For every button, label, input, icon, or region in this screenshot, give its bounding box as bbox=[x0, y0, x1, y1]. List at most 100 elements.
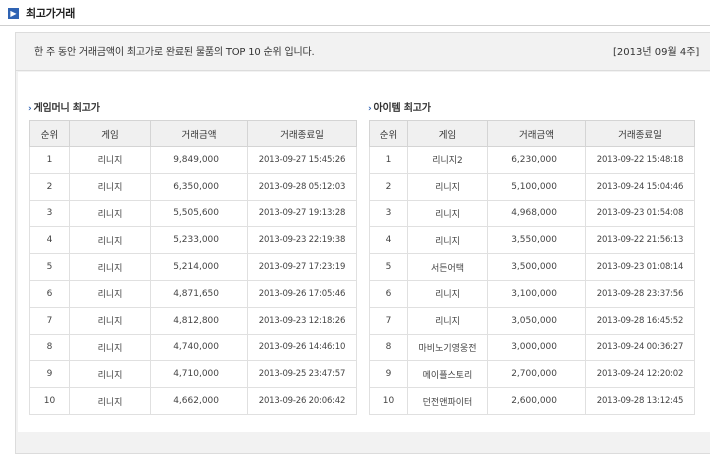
table-row: 4 리니지 5,233,000 2013-09-23 22:19:38 bbox=[29, 226, 357, 255]
price-cell: 3,550,000 bbox=[487, 226, 586, 255]
end-date-cell: 2013-09-28 13:12:45 bbox=[585, 387, 695, 415]
price-cell: 2,700,000 bbox=[487, 360, 586, 389]
table-row: 8 리니지 4,740,000 2013-09-26 14:46:10 bbox=[29, 333, 357, 362]
section-title-label: 아이템 최고가 bbox=[373, 103, 431, 114]
game-cell: 리니지2 bbox=[407, 146, 488, 174]
table-row: 3 리니지 4,968,000 2013-09-23 01:54:08 bbox=[369, 199, 695, 228]
rank-cell: 7 bbox=[29, 306, 70, 335]
week-label: [2013년 09월 4주] bbox=[613, 47, 700, 58]
column-header-end-date: 거래종료일 bbox=[247, 120, 357, 147]
game-cell: 리니지 bbox=[69, 199, 151, 228]
game-money-section-title: › 게임머니 최고가 bbox=[28, 99, 100, 114]
end-date-cell: 2013-09-26 20:06:42 bbox=[247, 387, 357, 415]
game-cell: 메이플스토리 bbox=[407, 360, 488, 389]
table-row: 2 리니지 5,100,000 2013-09-24 15:04:46 bbox=[369, 172, 695, 201]
table-header-row: 순위 게임 거래금액 거래종료일 bbox=[369, 120, 695, 147]
chevron-right-icon: ▶ bbox=[8, 7, 19, 19]
end-date-cell: 2013-09-27 17:23:19 bbox=[247, 253, 357, 281]
column-header-rank: 순위 bbox=[369, 120, 408, 147]
game-cell: 리니지 bbox=[69, 172, 151, 201]
game-cell: 리니지 bbox=[69, 146, 151, 174]
game-cell: 리니지 bbox=[69, 226, 151, 255]
price-cell: 6,350,000 bbox=[150, 172, 248, 201]
price-cell: 5,214,000 bbox=[150, 253, 248, 281]
rank-cell: 3 bbox=[29, 199, 70, 228]
rank-cell: 8 bbox=[29, 333, 70, 362]
game-cell: 리니지 bbox=[407, 226, 488, 255]
page-title: 최고가거래 bbox=[26, 7, 76, 20]
rank-cell: 3 bbox=[369, 199, 408, 228]
game-cell: 리니지 bbox=[69, 360, 151, 389]
chevron-right-icon: › bbox=[368, 104, 372, 114]
rank-cell: 2 bbox=[369, 172, 408, 201]
game-cell: 리니지 bbox=[69, 253, 151, 281]
rank-cell: 7 bbox=[369, 306, 408, 335]
rank-cell: 10 bbox=[29, 387, 70, 415]
item-section-title: › 아이템 최고가 bbox=[368, 99, 431, 114]
table-row: 1 리니지 9,849,000 2013-09-27 15:45:26 bbox=[29, 146, 357, 174]
rank-cell: 10 bbox=[369, 387, 408, 415]
table-row: 10 리니지 4,662,000 2013-09-26 20:06:42 bbox=[29, 387, 357, 415]
rank-cell: 4 bbox=[369, 226, 408, 255]
price-cell: 2,600,000 bbox=[487, 387, 586, 415]
column-header-game: 게임 bbox=[69, 120, 151, 147]
price-cell: 6,230,000 bbox=[487, 146, 586, 174]
table-row: 2 리니지 6,350,000 2013-09-28 05:12:03 bbox=[29, 172, 357, 201]
table-row: 7 리니지 3,050,000 2013-09-28 16:45:52 bbox=[369, 306, 695, 335]
price-cell: 3,050,000 bbox=[487, 306, 586, 335]
price-cell: 3,000,000 bbox=[487, 333, 586, 362]
column-header-game: 게임 bbox=[407, 120, 488, 147]
column-header-price: 거래금액 bbox=[487, 120, 586, 147]
table-row: 6 리니지 3,100,000 2013-09-28 23:37:56 bbox=[369, 279, 695, 308]
price-cell: 4,812,800 bbox=[150, 306, 248, 335]
rank-cell: 6 bbox=[29, 279, 70, 308]
table-row: 6 리니지 4,871,650 2013-09-26 17:05:46 bbox=[29, 279, 357, 308]
end-date-cell: 2013-09-25 23:47:57 bbox=[247, 360, 357, 389]
table-header-row: 순위 게임 거래금액 거래종료일 bbox=[29, 120, 357, 147]
column-header-price: 거래금액 bbox=[150, 120, 248, 147]
end-date-cell: 2013-09-26 17:05:46 bbox=[247, 279, 357, 308]
end-date-cell: 2013-09-26 14:46:10 bbox=[247, 333, 357, 362]
table-row: 9 리니지 4,710,000 2013-09-25 23:47:57 bbox=[29, 360, 357, 389]
game-cell: 리니지 bbox=[69, 306, 151, 335]
notice-divider bbox=[15, 70, 710, 71]
table-row: 8 마비노기영웅전 3,000,000 2013-09-24 00:36:27 bbox=[369, 333, 695, 362]
price-cell: 4,871,650 bbox=[150, 279, 248, 308]
game-cell: 마비노기영웅전 bbox=[407, 333, 488, 362]
game-cell: 리니지 bbox=[407, 279, 488, 308]
table-row: 1 리니지2 6,230,000 2013-09-22 15:48:18 bbox=[369, 146, 695, 174]
price-cell: 5,505,600 bbox=[150, 199, 248, 228]
rank-cell: 6 bbox=[369, 279, 408, 308]
end-date-cell: 2013-09-28 05:12:03 bbox=[247, 172, 357, 201]
rank-cell: 2 bbox=[29, 172, 70, 201]
header-divider bbox=[0, 25, 710, 26]
end-date-cell: 2013-09-28 16:45:52 bbox=[585, 306, 695, 335]
end-date-cell: 2013-09-23 22:19:38 bbox=[247, 226, 357, 255]
price-cell: 4,740,000 bbox=[150, 333, 248, 362]
rank-cell: 1 bbox=[29, 146, 70, 174]
table-row: 5 리니지 5,214,000 2013-09-27 17:23:19 bbox=[29, 253, 357, 281]
game-cell: 리니지 bbox=[407, 306, 488, 335]
price-cell: 5,233,000 bbox=[150, 226, 248, 255]
end-date-cell: 2013-09-24 15:04:46 bbox=[585, 172, 695, 201]
price-cell: 4,710,000 bbox=[150, 360, 248, 389]
end-date-cell: 2013-09-24 12:20:02 bbox=[585, 360, 695, 389]
end-date-cell: 2013-09-23 01:08:14 bbox=[585, 253, 695, 281]
rank-cell: 8 bbox=[369, 333, 408, 362]
game-cell: 리니지 bbox=[69, 333, 151, 362]
table-row: 10 던전앤파이터 2,600,000 2013-09-28 13:12:45 bbox=[369, 387, 695, 415]
end-date-cell: 2013-09-28 23:37:56 bbox=[585, 279, 695, 308]
end-date-cell: 2013-09-22 15:48:18 bbox=[585, 146, 695, 174]
table-row: 4 리니지 3,550,000 2013-09-22 21:56:13 bbox=[369, 226, 695, 255]
end-date-cell: 2013-09-24 00:36:27 bbox=[585, 333, 695, 362]
end-date-cell: 2013-09-23 12:18:26 bbox=[247, 306, 357, 335]
price-cell: 3,500,000 bbox=[487, 253, 586, 281]
game-money-table: 순위 게임 거래금액 거래종료일 1 리니지 9,849,000 2013-09-27… bbox=[29, 120, 357, 415]
rank-cell: 5 bbox=[369, 253, 408, 281]
game-cell: 던전앤파이터 bbox=[407, 387, 488, 415]
table-row: 7 리니지 4,812,800 2013-09-23 12:18:26 bbox=[29, 306, 357, 335]
price-cell: 4,662,000 bbox=[150, 387, 248, 415]
game-cell: 서든어택 bbox=[407, 253, 488, 281]
column-header-end-date: 거래종료일 bbox=[585, 120, 695, 147]
game-cell: 리니지 bbox=[407, 199, 488, 228]
